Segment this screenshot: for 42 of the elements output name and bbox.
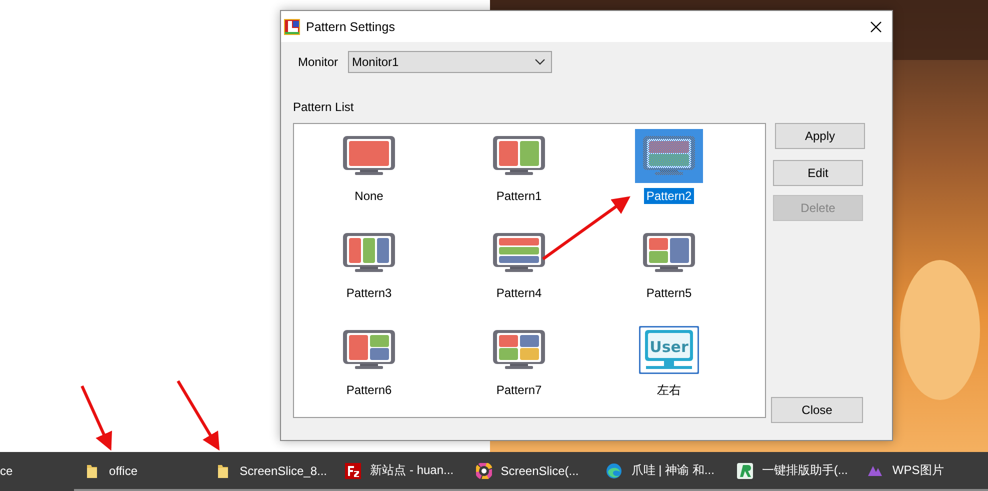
pattern-label: None bbox=[354, 188, 384, 204]
taskbar-button[interactable]: ScreenSlice(... bbox=[466, 452, 596, 491]
monitor-icon bbox=[342, 135, 396, 177]
taskbar-button[interactable]: ce bbox=[0, 452, 74, 491]
pattern-label: Pattern7 bbox=[495, 382, 543, 398]
close-icon[interactable] bbox=[870, 20, 882, 32]
pattern-label: Pattern1 bbox=[495, 188, 543, 204]
pattern-label: Pattern4 bbox=[495, 285, 543, 301]
monitor-dropdown[interactable]: Monitor1 bbox=[348, 51, 552, 73]
app-icon bbox=[476, 462, 492, 478]
app-icon bbox=[736, 462, 753, 478]
taskbar-button[interactable]: office bbox=[74, 452, 205, 491]
pattern-label: Pattern3 bbox=[345, 285, 393, 301]
pattern-list-label: Pattern List bbox=[293, 100, 355, 114]
monitor-label: Monitor bbox=[298, 55, 338, 69]
annotation-arrow bbox=[80, 385, 112, 451]
annotation-arrow bbox=[176, 380, 220, 451]
taskbar-button[interactable]: 一键排版助手(... bbox=[726, 452, 858, 491]
taskbar-button[interactable]: ScreenSlice_8... bbox=[204, 452, 336, 491]
app-icon bbox=[345, 462, 362, 478]
pattern-label: Pattern6 bbox=[345, 382, 393, 398]
pattern-label: Pattern5 bbox=[645, 285, 693, 301]
monitor-icon bbox=[492, 232, 546, 274]
browser-icon bbox=[606, 462, 622, 478]
pattern-item[interactable] bbox=[635, 129, 703, 183]
monitor-icon bbox=[342, 232, 396, 274]
taskbar-button[interactable]: 爪哇 | 神谕 和... bbox=[596, 452, 727, 491]
close-button[interactable]: Close bbox=[771, 397, 863, 423]
taskbar-button[interactable]: 新站点 - huan... bbox=[335, 452, 466, 491]
dialog-button[interactable]: Apply bbox=[775, 123, 865, 149]
pattern-label: 左右 bbox=[656, 382, 682, 398]
dialog-button[interactable]: Edit bbox=[773, 160, 863, 186]
pattern-label: Pattern2 bbox=[644, 188, 694, 204]
monitor-icon bbox=[492, 135, 546, 177]
monitor-icon bbox=[642, 232, 696, 274]
window-title: Pattern Settings bbox=[306, 20, 396, 34]
taskbar-button[interactable]: WPS图片 bbox=[857, 452, 988, 491]
chevron-icon bbox=[535, 59, 546, 65]
monitor-icon bbox=[642, 135, 696, 177]
monitor-icon bbox=[492, 329, 546, 371]
app-logo-icon bbox=[284, 18, 300, 34]
monitor-icon bbox=[342, 329, 396, 371]
